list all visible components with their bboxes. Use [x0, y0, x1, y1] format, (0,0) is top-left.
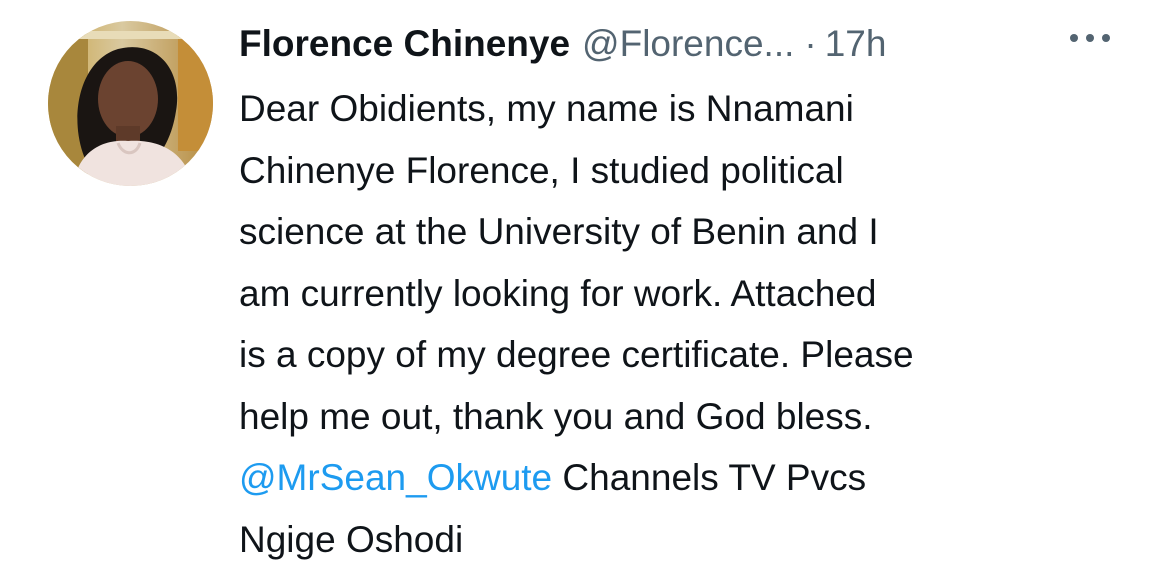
- mention-link[interactable]: @MrSean_Okwute: [239, 457, 552, 498]
- tweet-text-line: help me out, thank you and God bless.: [239, 395, 873, 437]
- tweet-text-line: is a copy of my degree certificate. Plea…: [239, 334, 914, 375]
- more-horizontal-icon: [1070, 34, 1110, 42]
- tweet-text-line: Dear Obidients, my name is Nnamani: [239, 88, 854, 129]
- avatar[interactable]: [48, 21, 213, 186]
- tweet-timestamp[interactable]: 17h: [825, 23, 887, 65]
- tweet-header: Florence Chinenye @Florence... · 17h: [239, 16, 1139, 72]
- tweet-text-line: Chinenye Florence, I studied political: [239, 149, 844, 191]
- tweet-text-line: science at the University of Benin and I: [239, 211, 879, 252]
- user-handle[interactable]: @Florence...: [582, 23, 794, 65]
- tweet-text-segment: Channels TV Pvcs: [552, 457, 867, 498]
- display-name[interactable]: Florence Chinenye: [239, 23, 570, 65]
- separator-dot: ·: [804, 23, 817, 64]
- tweet-text: Dear Obidients, my name is Nnamani Chine…: [239, 78, 1149, 570]
- tweet[interactable]: Florence Chinenye @Florence... · 17h Dea…: [0, 0, 1170, 571]
- tweet-text-line: Ngige Oshodi: [239, 518, 464, 560]
- tweet-text-line: @MrSean_Okwute Channels TV Pvcs: [239, 447, 1149, 509]
- avatar-photo: [48, 21, 213, 186]
- tweet-text-line: am currently looking for work. Attached: [239, 272, 877, 314]
- more-options-button[interactable]: [1062, 18, 1118, 58]
